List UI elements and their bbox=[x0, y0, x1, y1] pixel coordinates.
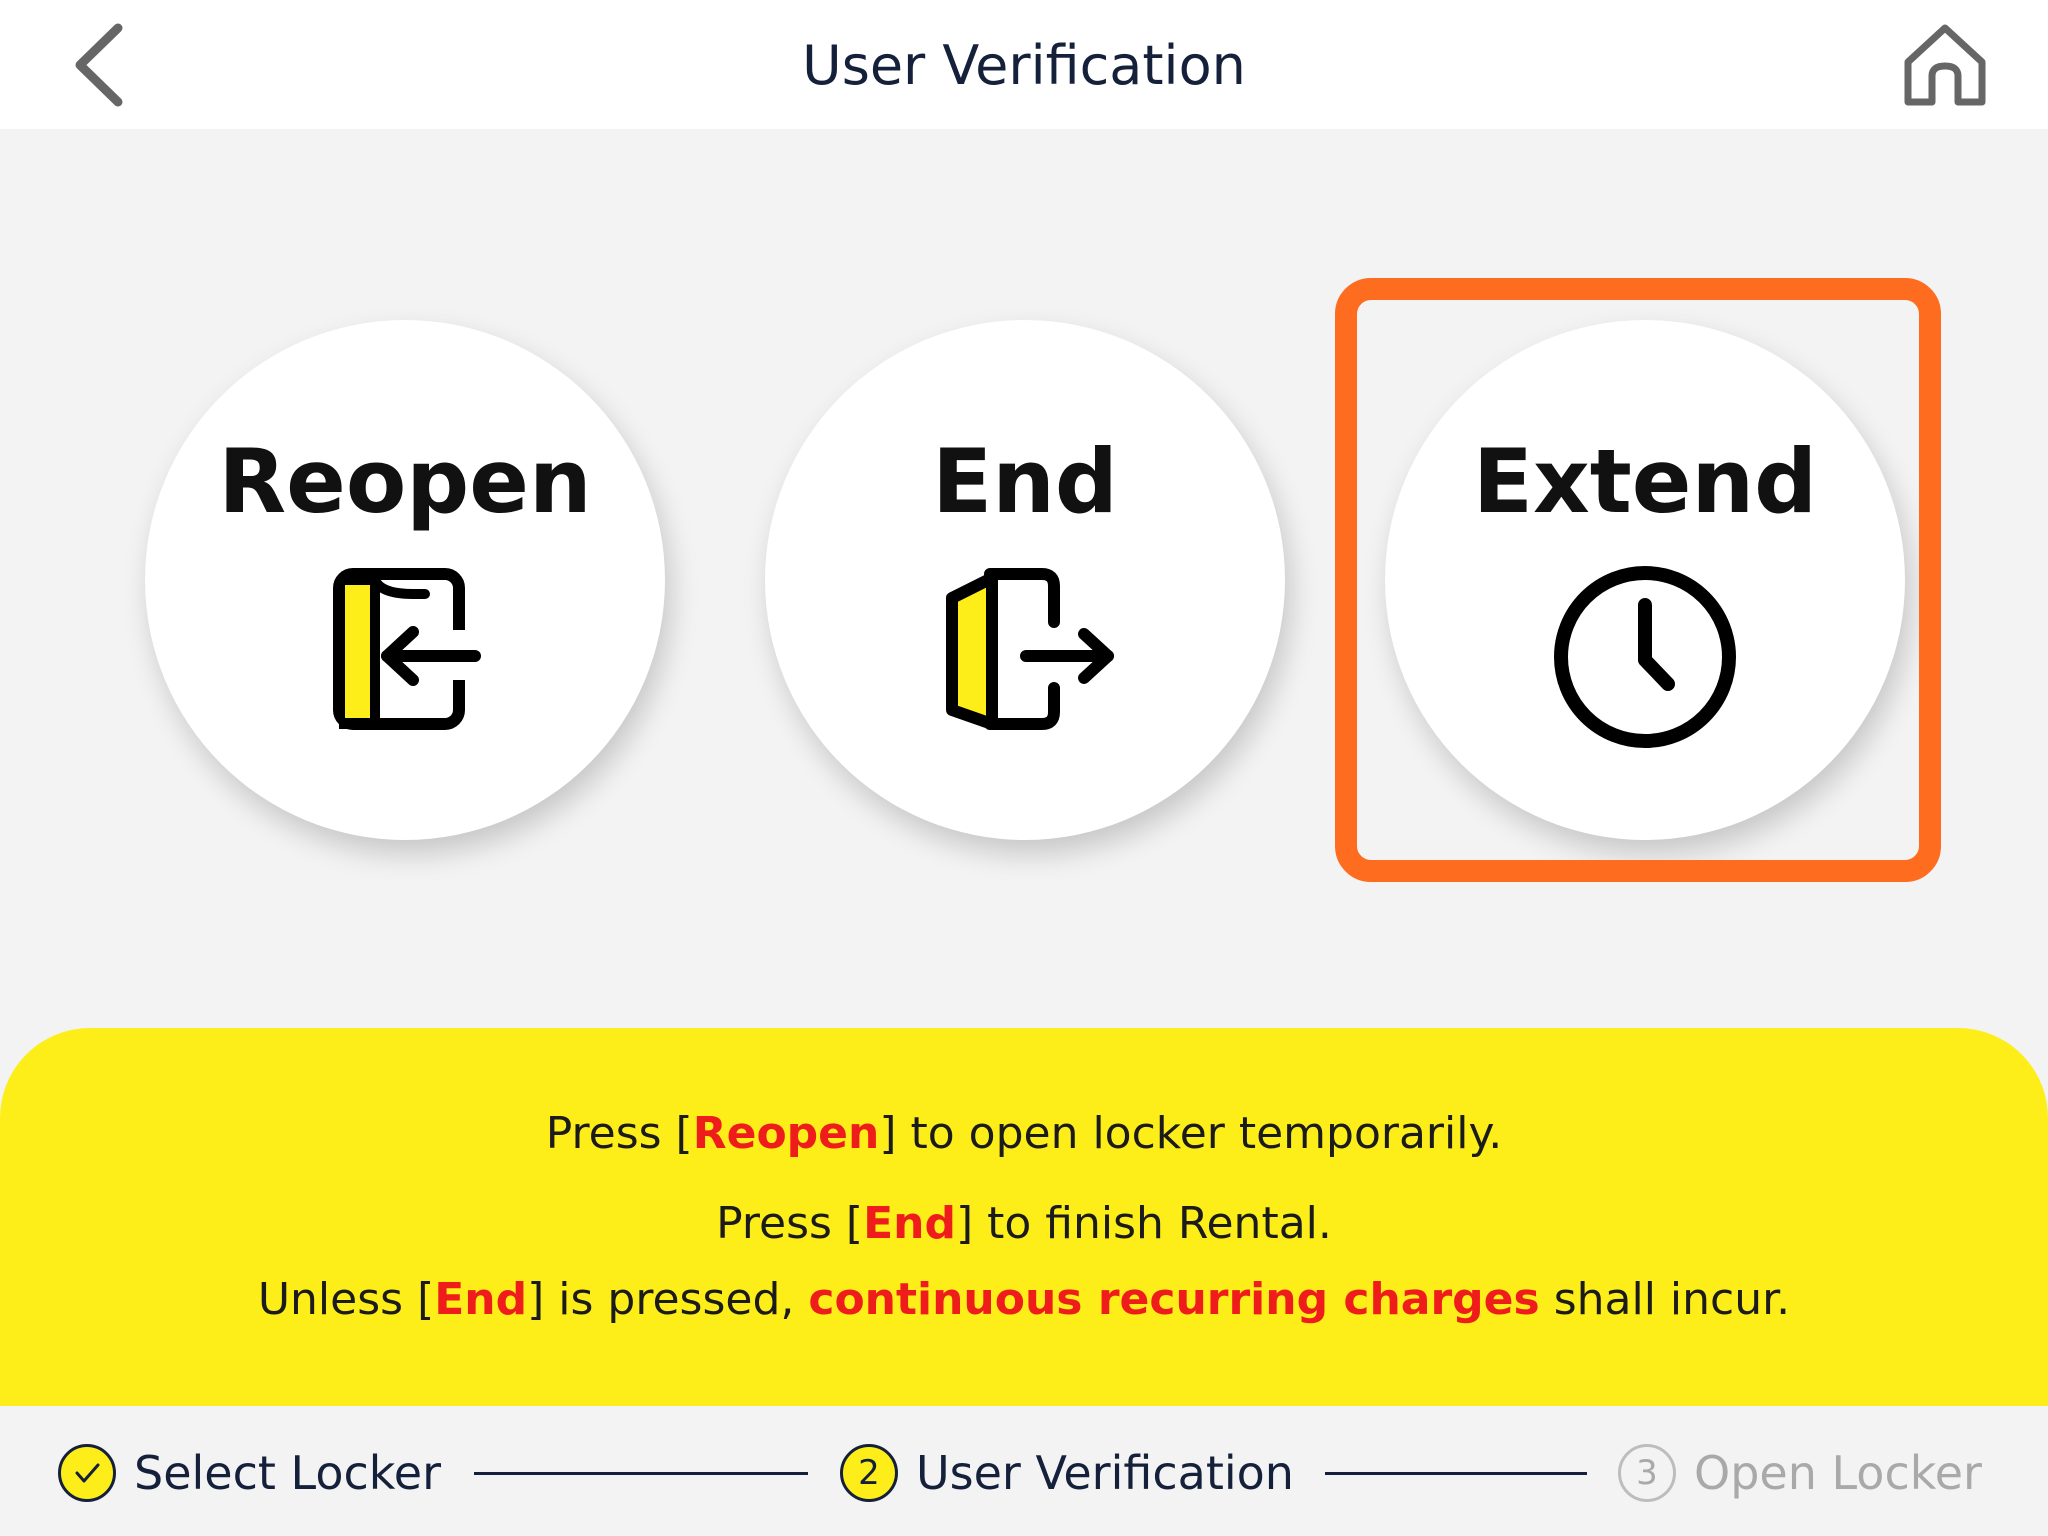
step-label: Open Locker bbox=[1694, 1446, 1982, 1500]
instruction-highlight: End bbox=[434, 1274, 528, 1325]
reopen-label: Reopen bbox=[218, 430, 592, 533]
instruction-text: Press [ bbox=[545, 1108, 693, 1159]
instruction-end: Press [End] to finish Rental. bbox=[0, 1198, 2048, 1249]
step-select-locker: Select Locker bbox=[58, 1442, 441, 1504]
progress-steps: Select Locker 2 User Verification 3 Open… bbox=[0, 1406, 2048, 1536]
step-open-locker: 3 Open Locker bbox=[1618, 1442, 1982, 1504]
extend-label: Extend bbox=[1472, 430, 1818, 533]
instruction-highlight: End bbox=[863, 1198, 956, 1249]
home-icon bbox=[1904, 24, 1986, 106]
door-enter-icon bbox=[315, 560, 495, 744]
door-exit-icon bbox=[930, 560, 1120, 744]
instruction-text: shall incur. bbox=[1539, 1274, 1791, 1325]
instruction-reopen: Press [Reopen] to open locker temporaril… bbox=[0, 1108, 2048, 1159]
instruction-text: Press [ bbox=[716, 1198, 864, 1249]
reopen-button[interactable]: Reopen bbox=[145, 320, 665, 840]
instruction-highlight: Reopen bbox=[692, 1108, 880, 1159]
step-user-verification: 2 User Verification bbox=[840, 1442, 1294, 1504]
step-connector bbox=[474, 1472, 808, 1475]
clock-icon bbox=[1550, 560, 1740, 754]
end-label: End bbox=[932, 430, 1118, 533]
step-number: 2 bbox=[840, 1444, 898, 1502]
instruction-text: ] is pressed, bbox=[527, 1274, 809, 1325]
step-check-marker bbox=[58, 1444, 116, 1502]
step-number: 3 bbox=[1618, 1444, 1676, 1502]
checkmark-icon bbox=[75, 1463, 100, 1483]
step-label: User Verification bbox=[916, 1446, 1294, 1500]
step-connector bbox=[1325, 1472, 1587, 1475]
instructions-panel: Press [Reopen] to open locker temporaril… bbox=[0, 1028, 2048, 1406]
step-label: Select Locker bbox=[134, 1446, 441, 1500]
end-button[interactable]: End bbox=[765, 320, 1285, 840]
instruction-highlight: continuous recurring charges bbox=[808, 1274, 1540, 1325]
instruction-text: ] to open locker temporarily. bbox=[879, 1108, 1503, 1159]
extend-button[interactable]: Extend bbox=[1385, 320, 1905, 840]
instruction-text: ] to finish Rental. bbox=[955, 1198, 1332, 1249]
home-button[interactable] bbox=[1900, 20, 1990, 110]
instruction-charges-warning: Unless [End] is pressed, continuous recu… bbox=[0, 1274, 2048, 1325]
page-title: User Verification bbox=[802, 34, 1246, 97]
top-bar: User Verification bbox=[0, 0, 2048, 129]
instruction-text: Unless [ bbox=[257, 1274, 435, 1325]
